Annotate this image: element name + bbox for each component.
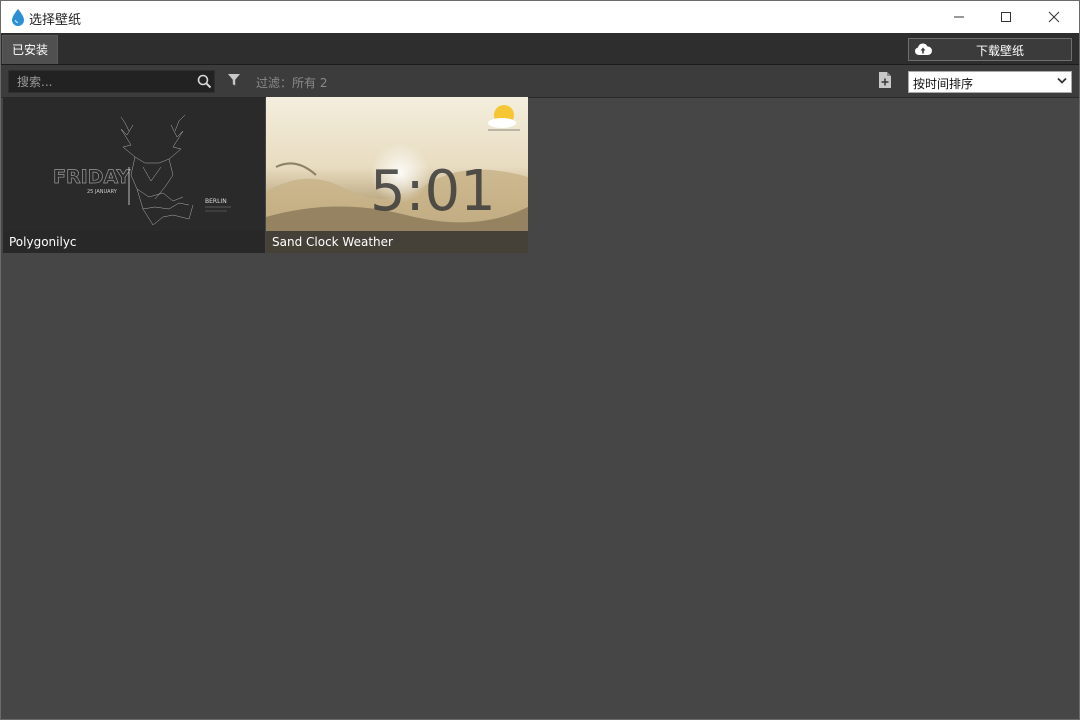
art-city-text: BERLIN [205,198,227,205]
chevron-down-icon [1057,77,1067,84]
download-wallpaper-button[interactable]: 下载壁纸 [908,38,1072,61]
tab-installed[interactable]: 已安装 [2,35,59,64]
title-bar: 选择壁纸 [1,1,1079,33]
filter-icon[interactable] [227,73,241,87]
close-icon [1048,11,1060,23]
search-input[interactable] [9,71,197,92]
minimize-button[interactable] [936,1,982,33]
window-title: 选择壁纸 [29,13,82,28]
search-icon[interactable] [197,74,212,89]
filter-status: 过滤：所有 2 [256,76,328,90]
download-wallpaper-label: 下载壁纸 [975,44,1024,58]
wallpaper-thumbnail: FRIDAY 25 JANUARY BERLIN [3,97,265,253]
maximize-icon [1001,12,1011,22]
art-date-text: 25 JANUARY [87,189,118,195]
wallpaper-card-polygonilyc[interactable]: FRIDAY 25 JANUARY BERLIN Polygonilyc [3,97,265,253]
wallpaper-title: Sand Clock Weather [272,235,393,249]
add-file-icon[interactable] [878,71,892,89]
wallpaper-card-sand-clock-weather[interactable]: 5:01 Sand Clock Weather [266,97,528,253]
toolbar: 过滤：所有 2 按时间排序 [1,65,1079,98]
minimize-icon [954,16,964,18]
wallpaper-picker-window: 选择壁纸 已安装 下载壁纸 搜索... 过滤：所有 2 按时间排序 FRIDAY… [0,0,1080,720]
maximize-button[interactable] [983,1,1029,33]
tab-bar: 已安装 下载壁纸 [1,33,1079,65]
wallpaper-title: Polygonilyc [9,235,77,249]
close-button[interactable] [1031,1,1077,33]
sort-select[interactable]: 按时间排序 [908,71,1072,93]
search-box [8,70,215,93]
app-drop-icon [12,9,24,26]
wallpaper-thumbnail: 5:01 [266,97,528,253]
art-day-text: FRIDAY [53,166,130,188]
sort-select-value: 按时间排序 [913,77,974,91]
art-time-text: 5:01 [370,159,496,224]
